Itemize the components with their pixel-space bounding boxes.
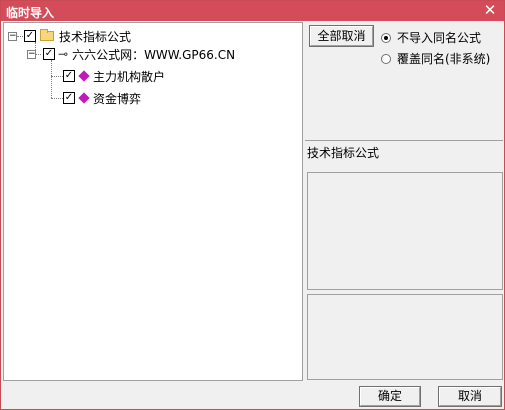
divider [305, 140, 503, 141]
checkbox-leaf[interactable]: ✓ [63, 92, 75, 104]
deselect-all-label: 全部取消 [317, 29, 366, 43]
formula-type-label: 技术指标公式 [307, 146, 380, 160]
formula-tree[interactable]: − ✓ 技术指标公式 − ✓ ⊸ 六六公式网：WWW.GP66.CN ✓ 主力机… [3, 22, 303, 381]
tree-connector [51, 76, 63, 77]
radio-overwrite[interactable]: 覆盖同名(非系统) [381, 50, 490, 67]
folder-icon [40, 29, 54, 41]
key-icon: ⊸ [58, 47, 69, 61]
checkbox-check-icon: ✓ [64, 92, 74, 103]
formula-detail-panel [307, 294, 503, 380]
radio-selected-icon[interactable] [381, 32, 391, 43]
dialog-window: 临时导入 ✕ − ✓ 技术指标公式 − ✓ ⊸ 六六公式网：WWW.GP66.C… [0, 0, 505, 410]
title-bar[interactable]: 临时导入 ✕ [1, 1, 504, 21]
tree-node-root[interactable]: − ✓ 技术指标公式 [8, 28, 131, 44]
radio-skip-duplicates[interactable]: 不导入同名公式 [381, 29, 481, 46]
checkbox-check-icon: ✓ [25, 30, 35, 41]
close-icon[interactable]: ✕ [482, 2, 498, 18]
tree-node-label: 主力机构散户 [93, 69, 166, 84]
tree-expander-icon[interactable]: − [27, 49, 36, 59]
cancel-button[interactable]: 取消 [438, 386, 502, 407]
checkbox-child[interactable]: ✓ [43, 48, 55, 60]
tree-leaf[interactable]: ✓ 资金博弈 [63, 90, 141, 106]
deselect-all-button[interactable]: 全部取消 [309, 25, 374, 47]
ok-button[interactable]: 确定 [359, 386, 421, 407]
tree-connector [51, 60, 52, 98]
checkbox-check-icon: ✓ [64, 70, 74, 81]
cancel-label: 取消 [457, 389, 482, 403]
gem-icon [78, 70, 90, 82]
tree-node-label: 资金博弈 [93, 91, 142, 106]
tree-connector [51, 98, 63, 99]
tree-leaf[interactable]: ✓ 主力机构散户 [63, 68, 165, 84]
tree-node-child[interactable]: − ✓ ⊸ 六六公式网：WWW.GP66.CN [27, 46, 235, 62]
window-title: 临时导入 [6, 6, 55, 20]
gem-icon [78, 92, 90, 104]
checkbox-root[interactable]: ✓ [24, 30, 36, 42]
checkbox-leaf[interactable]: ✓ [63, 70, 75, 82]
radio-unselected-icon[interactable] [381, 53, 391, 64]
radio-label: 不导入同名公式 [397, 31, 482, 45]
checkbox-check-icon: ✓ [44, 48, 54, 59]
tree-node-label: 六六公式网：WWW.GP66.CN [72, 47, 236, 62]
formula-description-panel [307, 172, 503, 290]
radio-label: 覆盖同名(非系统) [397, 52, 491, 66]
tree-expander-icon[interactable]: − [8, 31, 17, 41]
tree-node-label: 技术指标公式 [59, 29, 132, 44]
ok-label: 确定 [377, 389, 402, 403]
